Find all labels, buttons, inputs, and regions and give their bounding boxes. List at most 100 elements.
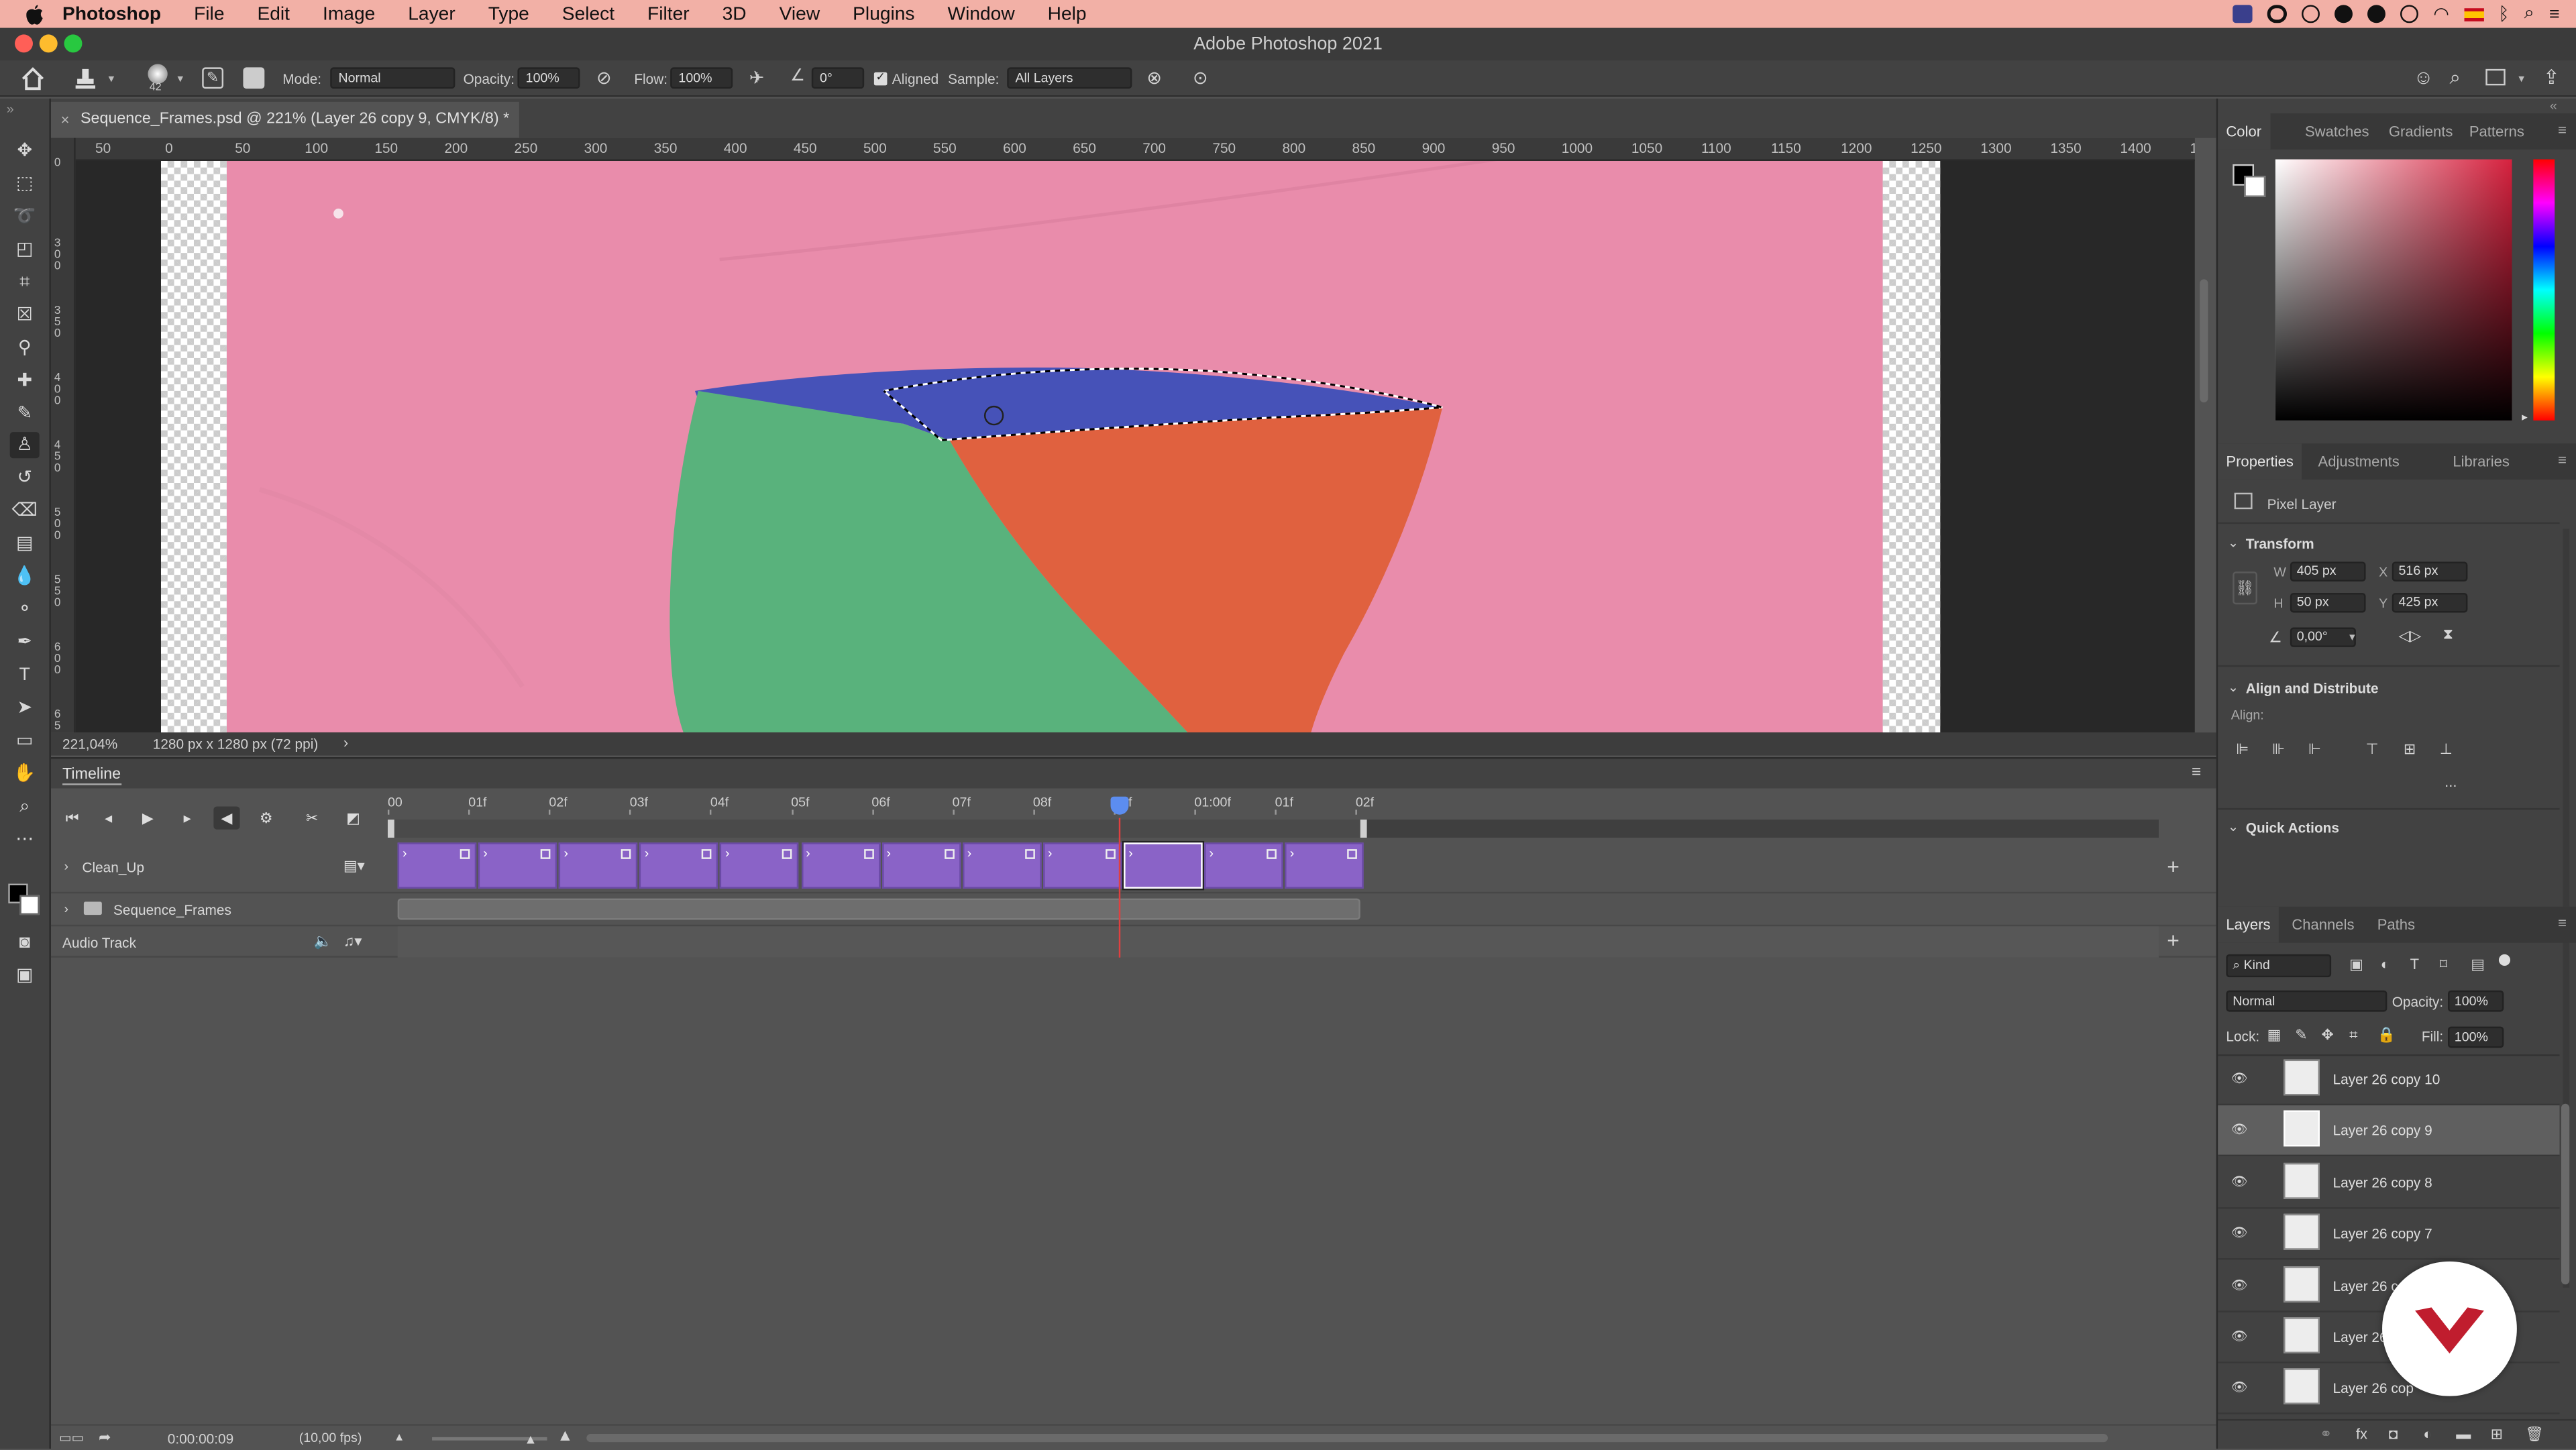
audio-options-icon[interactable]: ♫▾ [343, 933, 362, 951]
lock-transparent-icon[interactable]: ▦ [2267, 1027, 2282, 1045]
menu-file[interactable]: File [194, 4, 224, 23]
tab-color[interactable]: Color [2218, 113, 2270, 150]
learn-icon[interactable]: ☺ [2414, 66, 2434, 89]
lock-position-icon[interactable]: ✥ [2321, 1027, 2333, 1045]
tab-adjustments[interactable]: Adjustments [2310, 443, 2408, 480]
pressure-size-icon[interactable]: ⊙ [1193, 67, 1208, 89]
layer-row[interactable]: 👁 Layer 26 copy 10 [2218, 1054, 2560, 1106]
timeline-clip-selected[interactable]: › [1123, 842, 1203, 889]
visibility-eye-icon[interactable]: 👁 [2231, 1174, 2248, 1189]
layer-blend-mode-select[interactable]: Normal [2226, 990, 2387, 1012]
object-selection-tool-icon[interactable]: ◰ [10, 237, 40, 263]
layers-scrollbar[interactable] [2561, 1103, 2570, 1285]
layer-effects-icon[interactable]: fx [2356, 1426, 2367, 1442]
layer-row-selected[interactable]: 👁 Layer 26 copy 9 [2218, 1106, 2560, 1158]
menu-layer[interactable]: Layer [408, 4, 455, 23]
vertical-scroll-thumb[interactable] [2200, 279, 2208, 403]
flip-vertical-icon[interactable]: ⧗ [2443, 626, 2453, 644]
work-area-bar[interactable] [387, 820, 2159, 838]
blur-tool-icon[interactable]: 💧 [10, 563, 40, 590]
hue-slider[interactable] [2533, 159, 2555, 421]
audio-volume-icon[interactable]: 🔈 [314, 933, 332, 951]
work-area-start-handle[interactable] [387, 820, 394, 838]
brush-picker-chevron-icon[interactable]: ▾ [177, 72, 183, 85]
bluetooth-icon[interactable]: ᛒ [2498, 4, 2509, 23]
zoom-in-timeline-icon[interactable]: ▲ [557, 1427, 573, 1445]
clip-transition-icon[interactable]: › [806, 846, 810, 860]
filter-type-icon[interactable]: T [2410, 956, 2419, 972]
clip-trim-handle-icon[interactable] [621, 849, 632, 859]
eraser-tool-icon[interactable]: ⌫ [10, 498, 40, 524]
align-bottom-icon[interactable]: ⊥ [2440, 740, 2453, 759]
clip-transition-icon[interactable]: › [645, 846, 649, 860]
pen-tool-icon[interactable]: ✒ [10, 629, 40, 655]
delete-layer-icon[interactable]: 🗑 [2525, 1426, 2544, 1444]
new-group-icon[interactable]: ▬ [2456, 1426, 2471, 1442]
tab-libraries[interactable]: Libraries [2445, 443, 2518, 480]
healing-brush-tool-icon[interactable]: ✚ [10, 368, 40, 394]
battery-icon[interactable] [2400, 5, 2419, 23]
visibility-eye-icon[interactable]: 👁 [2231, 1380, 2248, 1395]
brush-angle-field[interactable]: 0° [811, 67, 865, 89]
split-at-playhead-icon[interactable]: ✂ [299, 806, 325, 829]
close-tab-icon[interactable]: × [61, 102, 70, 138]
play-icon[interactable]: ▶ [135, 806, 161, 829]
timeline-clip[interactable]: › [1204, 842, 1283, 889]
layer-filter-kind-select[interactable]: ⌕ Kind [2226, 954, 2332, 978]
hue-slider-pointer-icon[interactable]: ▸ [2522, 410, 2528, 424]
gradient-tool-icon[interactable]: ▤ [10, 531, 40, 557]
quick-mask-icon[interactable]: ◙ [10, 930, 40, 956]
clip-trim-handle-icon[interactable] [863, 849, 873, 859]
group-clip-bar[interactable] [397, 898, 1360, 920]
mode-select[interactable]: Normal [330, 67, 455, 89]
clip-trim-handle-icon[interactable] [460, 849, 470, 859]
timeline-clip[interactable]: › [720, 842, 800, 889]
clip-trim-handle-icon[interactable] [944, 849, 955, 859]
quick-actions-title[interactable]: Quick Actions [2246, 820, 2339, 836]
align-section-title[interactable]: Align and Distribute [2246, 680, 2379, 696]
control-center-icon[interactable]: ≡ [2549, 4, 2560, 23]
menu-plugins[interactable]: Plugins [853, 4, 914, 23]
clip-transition-icon[interactable]: › [1048, 846, 1053, 860]
visibility-eye-icon[interactable]: 👁 [2231, 1123, 2248, 1137]
flip-horizontal-icon[interactable]: ◁▷ [2399, 628, 2422, 646]
collapse-toolbar-icon[interactable]: » [7, 102, 14, 117]
expand-group-chevron-icon[interactable]: › [64, 902, 69, 917]
align-left-icon[interactable]: ⊫ [2236, 740, 2249, 759]
timeline-scrollbar[interactable] [586, 1433, 2108, 1443]
next-frame-icon[interactable]: ▸ [174, 806, 201, 829]
background-color-swatch[interactable] [19, 895, 40, 915]
frame-tool-icon[interactable]: ☒ [10, 302, 40, 329]
filter-toggle-icon[interactable] [2498, 954, 2511, 966]
layer-row[interactable]: 👁 Layer 26 copy 8 [2218, 1158, 2560, 1209]
clone-source-panel-icon[interactable] [243, 67, 265, 89]
clip-trim-handle-icon[interactable] [1267, 849, 1277, 859]
history-brush-tool-icon[interactable]: ↺ [10, 465, 40, 491]
timeline-clip[interactable]: › [800, 842, 880, 889]
brush-preview-icon[interactable] [148, 64, 168, 84]
track-options-icon[interactable]: ▤▾ [343, 857, 365, 875]
align-chevron-icon[interactable]: ⌄ [2228, 680, 2239, 695]
tab-patterns[interactable]: Patterns [2461, 113, 2533, 150]
minimize-window-button[interactable] [39, 34, 58, 53]
timeline-clip[interactable]: › [639, 842, 719, 889]
timeline-zoom-thumb[interactable]: ▲ [524, 1433, 537, 1447]
screen-mode-icon[interactable]: ▣ [10, 962, 40, 989]
timeline-clip[interactable]: › [397, 842, 477, 889]
menu-select[interactable]: Select [562, 4, 614, 23]
lasso-tool-icon[interactable]: ➰ [10, 204, 40, 230]
clone-stamp-tool-icon[interactable] [74, 67, 97, 90]
color-panel-menu-icon[interactable]: ≡ [2558, 121, 2567, 137]
transition-icon[interactable]: ◩ [340, 806, 366, 829]
color-background-swatch[interactable] [2244, 176, 2266, 197]
timeline-clip[interactable]: › [478, 842, 557, 889]
track-name[interactable]: Clean_Up [82, 859, 144, 875]
crop-tool-icon[interactable]: ⌗ [10, 270, 40, 296]
edit-toolbar-icon[interactable]: ⋯ [10, 826, 40, 852]
ignore-adjustment-layers-icon[interactable]: ⊗ [1146, 67, 1162, 89]
visibility-eye-icon[interactable]: 👁 [2231, 1277, 2248, 1292]
tab-swatches[interactable]: Swatches [2297, 113, 2377, 150]
menu-type[interactable]: Type [488, 4, 529, 23]
tab-channels[interactable]: Channels [2284, 907, 2363, 943]
clip-transition-icon[interactable]: › [1290, 846, 1295, 860]
